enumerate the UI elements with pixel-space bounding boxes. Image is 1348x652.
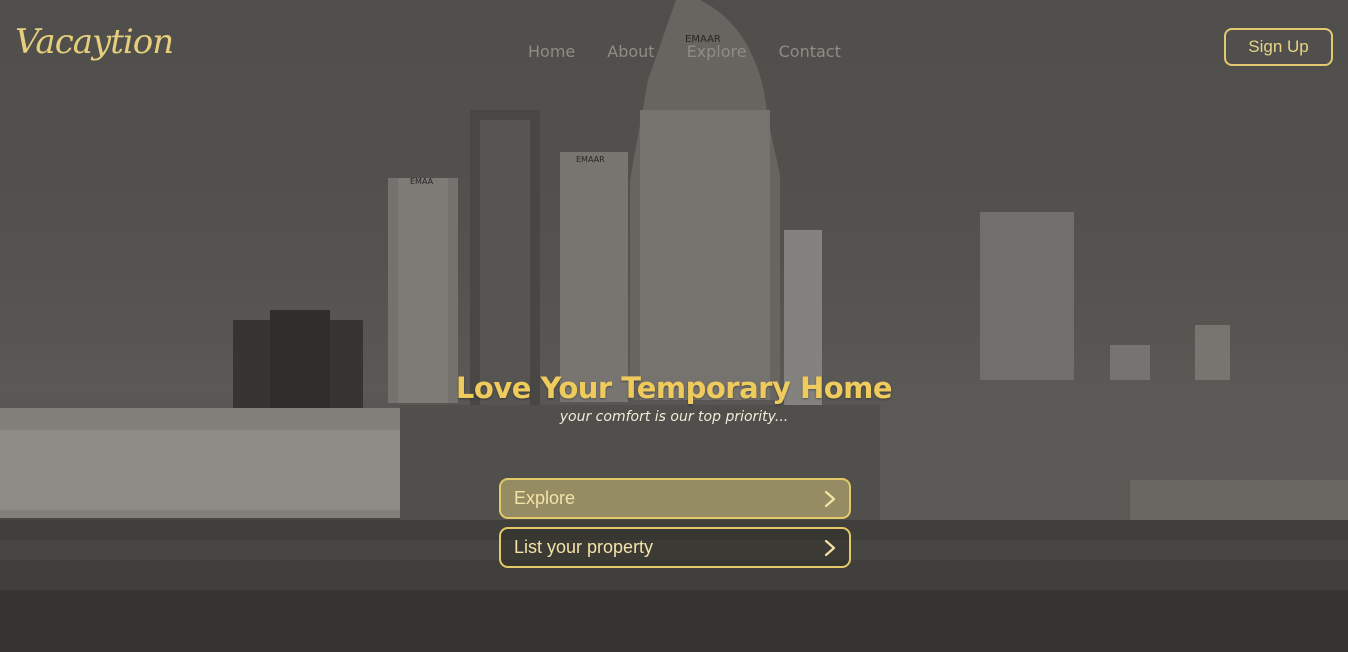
list-property-button[interactable]: List your property <box>499 527 851 568</box>
hero-subtitle: your comfort is our top priority... <box>559 409 789 425</box>
main-nav: Home About Explore Contact <box>528 42 841 61</box>
nav-explore[interactable]: Explore <box>687 42 747 61</box>
chevron-right-icon <box>824 539 836 556</box>
brand-logo[interactable]: Vacaytion <box>15 22 174 62</box>
nav-home[interactable]: Home <box>528 42 575 61</box>
nav-contact[interactable]: Contact <box>779 42 841 61</box>
nav-about[interactable]: About <box>607 42 654 61</box>
explore-button-label: Explore <box>514 488 576 508</box>
list-property-button-label: List your property <box>514 537 654 557</box>
hero-title: Love Your Temporary Home <box>455 371 893 405</box>
sign-up-button[interactable]: Sign Up <box>1224 28 1333 66</box>
chevron-right-icon <box>824 490 836 507</box>
explore-button[interactable]: Explore <box>499 478 851 519</box>
